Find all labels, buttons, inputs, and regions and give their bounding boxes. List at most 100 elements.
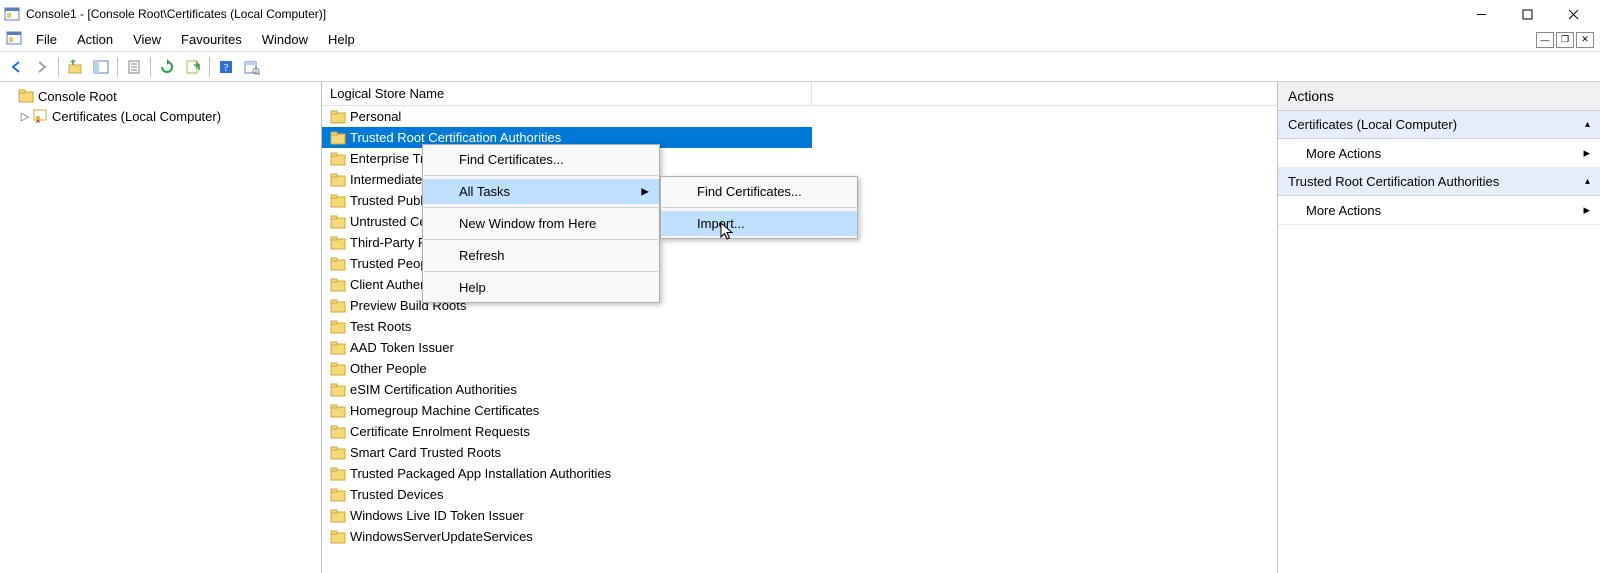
list-row[interactable]: WindowsServerUpdateServices xyxy=(322,526,1277,547)
collapse-icon[interactable]: ▴ xyxy=(1585,119,1590,130)
tree-child-row[interactable]: ▷ Certificates (Local Computer) xyxy=(2,106,319,126)
list-row[interactable]: AAD Token Issuer xyxy=(322,337,1277,358)
tree-child-label: Certificates (Local Computer) xyxy=(52,109,221,124)
ctx-item-label: Import... xyxy=(697,216,745,231)
up-button[interactable] xyxy=(63,55,87,79)
folder-icon xyxy=(330,235,346,251)
tree-pane[interactable]: Console Root ▷ Certificates (Local Compu… xyxy=(0,82,322,573)
find-certificate-toolbar-button[interactable] xyxy=(240,55,264,79)
mdi-close-button[interactable]: ✕ xyxy=(1576,32,1594,48)
mdi-app-icon xyxy=(6,30,22,49)
help-button[interactable]: ? xyxy=(214,55,238,79)
folder-icon xyxy=(330,172,346,188)
export-list-button[interactable] xyxy=(181,55,205,79)
list-row-label: Trusted Root Certification Authorities xyxy=(350,130,561,145)
back-button[interactable] xyxy=(4,55,28,79)
chevron-right-icon: ▶ xyxy=(641,186,649,197)
list-row-label: Test Roots xyxy=(350,319,411,334)
folder-icon xyxy=(330,214,346,230)
actions-more-1[interactable]: More Actions ▸ xyxy=(1278,139,1600,168)
ctx-item-label: All Tasks xyxy=(459,184,510,199)
chevron-right-icon: ▸ xyxy=(1583,145,1590,161)
list-row[interactable]: eSIM Certification Authorities xyxy=(322,379,1277,400)
mdi-minimize-button[interactable]: — xyxy=(1536,32,1554,48)
maximize-button[interactable] xyxy=(1504,0,1550,28)
folder-icon xyxy=(18,88,34,104)
refresh-button[interactable] xyxy=(155,55,179,79)
list-row[interactable]: Homegroup Machine Certificates xyxy=(322,400,1277,421)
folder-icon xyxy=(330,130,346,146)
sub-find-certificates[interactable]: Find Certificates... xyxy=(661,179,857,204)
list-row[interactable]: Other People xyxy=(322,358,1277,379)
close-button[interactable] xyxy=(1550,0,1596,28)
list-row-label: Certificate Enrolment Requests xyxy=(350,424,530,439)
folder-icon xyxy=(330,403,346,419)
folder-icon xyxy=(330,277,346,293)
list-header: Logical Store Name xyxy=(322,82,1277,106)
context-menu: Find Certificates... All Tasks ▶ New Win… xyxy=(422,144,660,303)
menu-window[interactable]: Window xyxy=(252,30,318,49)
expand-icon[interactable] xyxy=(4,90,18,102)
ctx-item-label: Find Certificates... xyxy=(459,152,564,167)
ctx-separator xyxy=(424,239,658,240)
ctx-separator xyxy=(424,175,658,176)
menu-help[interactable]: Help xyxy=(318,30,365,49)
show-hide-tree-button[interactable] xyxy=(89,55,113,79)
window-title: Console1 - [Console Root\Certificates (L… xyxy=(26,7,326,21)
list-row-label: Homegroup Machine Certificates xyxy=(350,403,539,418)
ctx-find-certificates[interactable]: Find Certificates... xyxy=(423,147,659,172)
ctx-item-label: Refresh xyxy=(459,248,505,263)
actions-group-label: Certificates (Local Computer) xyxy=(1288,117,1457,132)
ctx-separator xyxy=(662,207,856,208)
actions-header: Actions xyxy=(1278,82,1600,111)
ctx-item-label: Help xyxy=(459,280,486,295)
actions-more-2[interactable]: More Actions ▸ xyxy=(1278,196,1600,225)
sub-import[interactable]: Import... xyxy=(661,211,857,236)
folder-icon xyxy=(330,319,346,335)
ctx-refresh[interactable]: Refresh xyxy=(423,243,659,268)
list-row-label: eSIM Certification Authorities xyxy=(350,382,517,397)
chevron-right-icon: ▸ xyxy=(1583,202,1590,218)
title-bar: Console1 - [Console Root\Certificates (L… xyxy=(0,0,1600,28)
menu-favourites[interactable]: Favourites xyxy=(171,30,252,49)
expand-icon[interactable]: ▷ xyxy=(18,110,32,123)
list-row[interactable]: Test Roots xyxy=(322,316,1277,337)
list-row[interactable]: Certificate Enrolment Requests xyxy=(322,421,1277,442)
folder-icon xyxy=(330,361,346,377)
list-row-label: Smart Card Trusted Roots xyxy=(350,445,501,460)
list-row[interactable]: Trusted Packaged App Installation Author… xyxy=(322,463,1277,484)
list-row[interactable]: Personal xyxy=(322,106,1277,127)
mdi-restore-button[interactable]: ❐ xyxy=(1556,32,1574,48)
list-row-label: WindowsServerUpdateServices xyxy=(350,529,533,544)
actions-group-trusted-root[interactable]: Trusted Root Certification Authorities ▴ xyxy=(1278,168,1600,196)
tree-root-label: Console Root xyxy=(38,89,117,104)
ctx-new-window[interactable]: New Window from Here xyxy=(423,211,659,236)
list-row-label: Personal xyxy=(350,109,401,124)
forward-button[interactable] xyxy=(30,55,54,79)
list-row-label: Trusted Packaged App Installation Author… xyxy=(350,466,611,481)
list-row[interactable]: Windows Live ID Token Issuer xyxy=(322,505,1277,526)
menu-file[interactable]: File xyxy=(26,30,67,49)
menu-bar: File Action View Favourites Window Help … xyxy=(0,28,1600,52)
properties-button[interactable] xyxy=(122,55,146,79)
menu-view[interactable]: View xyxy=(123,30,171,49)
ctx-all-tasks[interactable]: All Tasks ▶ xyxy=(423,179,659,204)
minimize-button[interactable] xyxy=(1458,0,1504,28)
column-header-name[interactable]: Logical Store Name xyxy=(322,82,812,105)
list-row[interactable]: Trusted Devices xyxy=(322,484,1277,505)
folder-icon xyxy=(330,109,346,125)
list-row-label: Trusted Devices xyxy=(350,487,443,502)
menu-action[interactable]: Action xyxy=(67,30,123,49)
app-icon xyxy=(4,6,20,22)
folder-icon xyxy=(330,340,346,356)
ctx-help[interactable]: Help xyxy=(423,275,659,300)
tree-root-row[interactable]: Console Root xyxy=(2,86,319,106)
list-row[interactable]: Smart Card Trusted Roots xyxy=(322,442,1277,463)
collapse-icon[interactable]: ▴ xyxy=(1585,176,1590,187)
folder-icon xyxy=(330,487,346,503)
actions-pane: Actions Certificates (Local Computer) ▴ … xyxy=(1278,82,1600,573)
folder-icon xyxy=(330,298,346,314)
folder-icon xyxy=(330,193,346,209)
actions-group-certificates[interactable]: Certificates (Local Computer) ▴ xyxy=(1278,111,1600,139)
svg-text:?: ? xyxy=(224,62,229,74)
